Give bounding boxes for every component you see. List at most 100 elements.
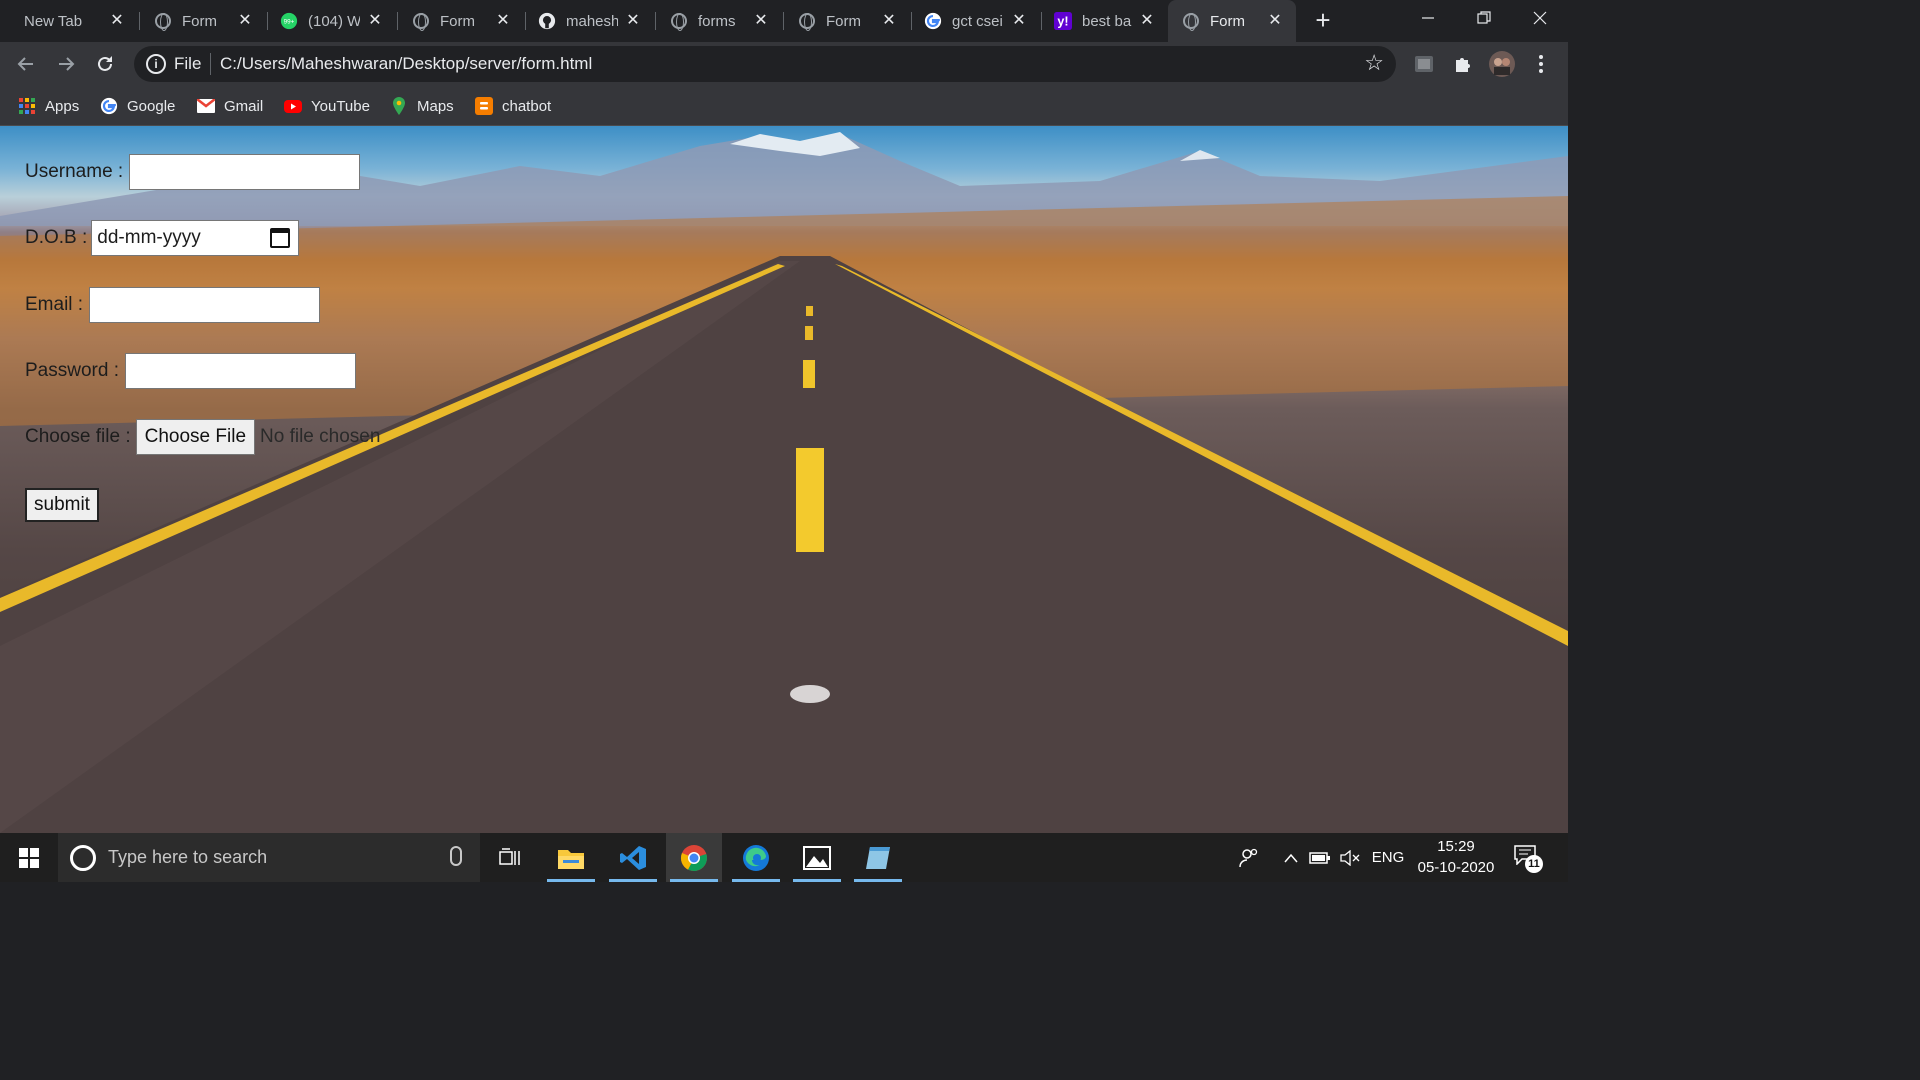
bookmark-chatbot[interactable]: chatbot [475, 94, 551, 118]
forward-arrow-icon[interactable] [50, 48, 82, 80]
tab-close-icon[interactable]: ✕ [108, 12, 126, 30]
email-input[interactable] [89, 287, 321, 323]
tab-title: Form [182, 12, 217, 30]
url-divider [210, 53, 211, 75]
address-bar[interactable]: i File C:/Users/Maheshwaran/Desktop/serv… [134, 46, 1396, 82]
username-input[interactable] [129, 154, 361, 190]
clock-date: 05-10-2020 [1417, 859, 1495, 876]
password-row: Password : [25, 353, 356, 389]
dob-date-input[interactable]: dd-mm-yyyy [91, 220, 300, 256]
tab-close-icon[interactable]: ✕ [1138, 12, 1156, 30]
microphone-icon[interactable] [450, 846, 462, 866]
url-text[interactable]: C:/Users/Maheshwaran/Desktop/server/form… [220, 54, 592, 74]
system-clock[interactable]: 15:29 05-10-2020 [1410, 836, 1502, 878]
clock-time: 15:29 [1437, 838, 1475, 855]
tab-whatsapp[interactable]: 99+ (104) W ✕ [268, 0, 396, 42]
tab-title: New Tab [24, 12, 83, 30]
username-label: Username : [25, 161, 124, 182]
chrome-icon[interactable] [666, 833, 722, 882]
tab-new-tab[interactable]: New Tab ✕ [0, 0, 138, 42]
taskbar-search-box[interactable]: Type here to search [58, 833, 480, 882]
back-arrow-icon[interactable] [10, 48, 42, 80]
tab-close-icon[interactable]: ✕ [1266, 12, 1284, 30]
bookmark-label: Google [127, 97, 176, 115]
tab-title: Form [826, 12, 861, 30]
language-indicator[interactable]: ENG [1370, 833, 1406, 882]
tab-title: gct csei [952, 12, 1003, 30]
tab-github[interactable]: mahesh ✕ [526, 0, 654, 42]
globe-icon [1182, 12, 1200, 31]
bookmark-youtube[interactable]: YouTube [284, 94, 370, 118]
google-icon [100, 97, 118, 115]
bookmarks-bar: Apps Google Gmail YouTube Maps chatbot [0, 86, 1568, 126]
tab-form-active[interactable]: Form ✕ [1168, 0, 1296, 42]
reload-icon[interactable] [89, 48, 121, 80]
tab-close-icon[interactable]: ✕ [1010, 12, 1028, 30]
task-view-icon[interactable] [482, 833, 538, 882]
bookmark-apps[interactable]: Apps [18, 94, 79, 118]
calendar-icon[interactable] [270, 228, 291, 248]
submit-button[interactable]: submit [25, 488, 99, 522]
puzzle-extensions-icon[interactable] [1449, 50, 1477, 78]
bookmark-star-icon[interactable]: ☆ [1364, 50, 1384, 76]
tab-google-search[interactable]: gct csei ✕ [912, 0, 1040, 42]
tab-close-icon[interactable]: ✕ [880, 12, 898, 30]
email-label: Email : [25, 294, 84, 315]
google-icon [924, 12, 942, 30]
minimize-icon[interactable] [1400, 0, 1456, 36]
whatsapp-badge: 99+ [284, 19, 295, 26]
windows-start-icon[interactable] [0, 833, 58, 882]
profile-avatar[interactable] [1488, 50, 1516, 78]
bookmark-label: Apps [45, 97, 80, 115]
file-status-text: No file chosen [260, 426, 381, 447]
bookmark-maps[interactable]: Maps [390, 94, 454, 118]
tab-title: Form [440, 12, 475, 30]
file-row: Choose file : Choose File No file chosen [25, 419, 380, 455]
chevron-up-icon[interactable] [1279, 833, 1303, 882]
bookmark-label: chatbot [502, 97, 552, 115]
notepad-app-icon[interactable] [850, 833, 906, 882]
blogger-icon [475, 97, 493, 115]
search-placeholder: Type here to search [108, 847, 268, 867]
info-icon[interactable]: i [146, 54, 166, 74]
dob-placeholder: dd-mm-yyyy [97, 227, 201, 248]
tab-close-icon[interactable]: ✕ [752, 12, 770, 30]
svg-text:y!: y! [1057, 15, 1068, 29]
bookmark-label: Gmail [224, 97, 264, 115]
tab-title: mahesh [566, 12, 618, 30]
tab-close-icon[interactable]: ✕ [236, 12, 254, 30]
restore-icon[interactable] [1456, 0, 1512, 36]
bookmark-gmail[interactable]: Gmail [197, 94, 263, 118]
extension-icon[interactable] [1410, 50, 1438, 78]
volume-muted-icon[interactable] [1337, 833, 1363, 882]
password-input[interactable] [124, 353, 356, 389]
tab-form-1[interactable]: Form ✕ [140, 0, 266, 42]
people-icon[interactable] [1234, 833, 1264, 882]
tab-title: (104) W [308, 12, 360, 30]
tab-yahoo[interactable]: y! best ba ✕ [1042, 0, 1168, 42]
more-menu-icon[interactable] [1527, 50, 1555, 78]
url-scheme-label: File [174, 54, 202, 73]
choose-file-button[interactable]: Choose File [135, 419, 256, 455]
battery-icon[interactable] [1307, 833, 1333, 882]
tab-form-3[interactable]: Form ✕ [784, 0, 910, 42]
new-tab-icon[interactable]: + [1310, 7, 1336, 34]
bookmark-label: Maps [417, 97, 454, 115]
page-viewport: Username : D.O.B : dd-mm-yyyy Email : Pa… [0, 126, 1568, 833]
edge-icon[interactable] [728, 833, 784, 882]
tab-form-2[interactable]: Form ✕ [398, 0, 524, 42]
tab-strip: New Tab ✕ Form ✕ 99+ (104) W ✕ Form ✕ ma… [0, 0, 1568, 42]
action-center-icon[interactable]: 11 [1514, 845, 1543, 873]
file-explorer-icon[interactable] [543, 833, 599, 882]
close-window-icon[interactable] [1512, 0, 1568, 36]
bookmark-google[interactable]: Google [100, 94, 175, 118]
vscode-icon[interactable] [605, 833, 661, 882]
tab-close-icon[interactable]: ✕ [624, 12, 642, 30]
tab-forms[interactable]: forms ✕ [656, 0, 782, 42]
tab-close-icon[interactable]: ✕ [366, 12, 384, 30]
password-label: Password : [25, 360, 119, 381]
photos-icon[interactable] [789, 833, 845, 882]
tab-title: Form [1210, 12, 1245, 30]
dob-label: D.O.B : [25, 227, 88, 248]
tab-close-icon[interactable]: ✕ [494, 12, 512, 30]
